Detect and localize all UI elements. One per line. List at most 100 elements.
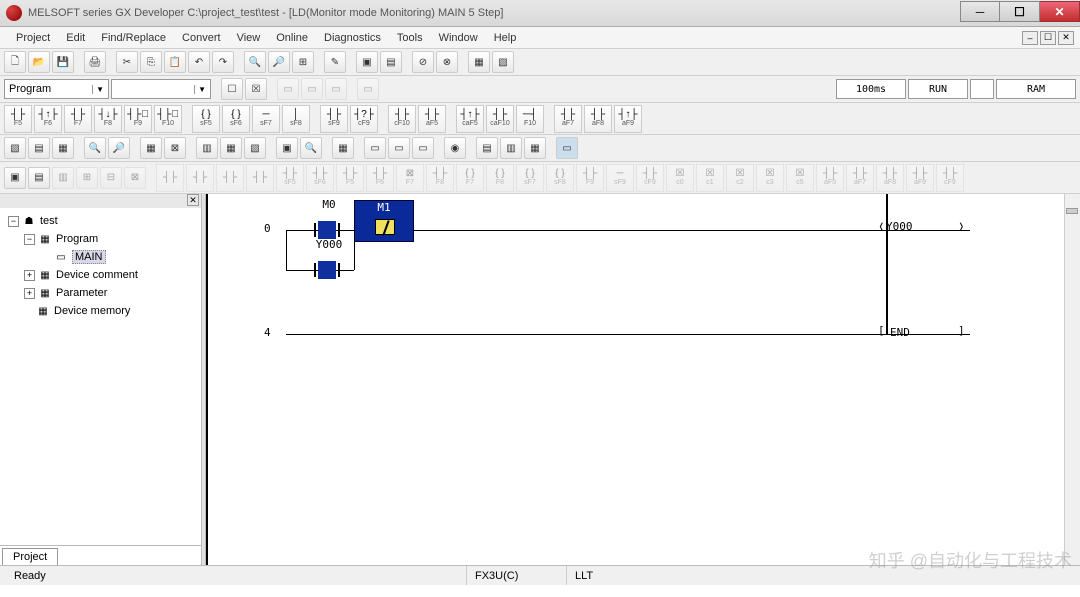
menu-diagnostics[interactable]: Diagnostics — [316, 29, 389, 47]
sidebar-tab-project[interactable]: Project — [2, 548, 58, 565]
t4-btn4[interactable]: 🔍 — [84, 137, 106, 159]
paste-button[interactable]: 📋 — [164, 51, 186, 73]
expand-icon[interactable]: − — [24, 234, 35, 245]
instr-btn-F6[interactable]: ┤↑├F6 — [34, 105, 62, 133]
instr-btn-F10[interactable]: ─┤F10 — [516, 105, 544, 133]
t5-icon-1[interactable]: ▤ — [28, 167, 50, 189]
toolbar2-btn1[interactable]: ☐ — [221, 78, 243, 100]
copy-button[interactable]: ⎘ — [140, 51, 162, 73]
t4-btn16[interactable]: ▭ — [412, 137, 434, 159]
menu-project[interactable]: Project — [8, 29, 58, 47]
window-minimize-button[interactable]: ─ — [960, 1, 1000, 22]
expand-icon[interactable]: − — [8, 216, 19, 227]
selected-contact-cell[interactable]: M1 — [354, 200, 414, 242]
instr-btn-sF6[interactable]: { }sF6 — [222, 105, 250, 133]
expand-icon[interactable]: + — [24, 288, 35, 299]
t4-btn9[interactable]: ▦ — [220, 137, 242, 159]
mdi-restore-button[interactable]: ☐ — [1040, 31, 1056, 45]
expand-icon[interactable]: + — [24, 270, 35, 281]
t5-icon-0[interactable]: ▣ — [4, 167, 26, 189]
instr-btn-F10[interactable]: ┤├⃓F10 — [154, 105, 182, 133]
t4-btn6[interactable]: ▦ — [140, 137, 162, 159]
zoom-fit-button[interactable]: ⊞ — [292, 51, 314, 73]
tool-e-button[interactable]: ▦ — [468, 51, 490, 73]
menu-help[interactable]: Help — [486, 29, 525, 47]
t4-btn5[interactable]: 🔎 — [108, 137, 130, 159]
tree-root[interactable]: − ☗ test — [4, 212, 197, 230]
t4-btn19[interactable]: ▥ — [500, 137, 522, 159]
new-button[interactable]: 🗋 — [4, 51, 26, 73]
window-maximize-button[interactable]: ☐ — [1000, 1, 1040, 22]
t4-btn2[interactable]: ▤ — [28, 137, 50, 159]
t4-btn1[interactable]: ▧ — [4, 137, 26, 159]
instr-btn-cF9[interactable]: ┤?├cF9 — [350, 105, 378, 133]
t4-btn10[interactable]: ▧ — [244, 137, 266, 159]
zoom-out-button[interactable]: 🔎 — [268, 51, 290, 73]
menu-edit[interactable]: Edit — [58, 29, 93, 47]
tool-c-button[interactable]: ⊘ — [412, 51, 434, 73]
t4-btn20[interactable]: ▦ — [524, 137, 546, 159]
menu-tools[interactable]: Tools — [389, 29, 431, 47]
tree-parameter[interactable]: + ▦ Parameter — [4, 284, 197, 302]
tool-a-button[interactable]: ▣ — [356, 51, 378, 73]
instr-btn-sF7[interactable]: ─sF7 — [252, 105, 280, 133]
program-type-combo[interactable]: Program▼ — [4, 79, 109, 99]
t4-btn14[interactable]: ▭ — [364, 137, 386, 159]
instr-btn-cF10[interactable]: ┤├cF10 — [388, 105, 416, 133]
sidebar-close-button[interactable]: ✕ — [187, 194, 199, 206]
instr-btn-sF9[interactable]: ┤├sF9 — [320, 105, 348, 133]
instr-btn-sF5[interactable]: { }sF5 — [192, 105, 220, 133]
vertical-scrollbar[interactable] — [1064, 194, 1080, 565]
open-button[interactable]: 📂 — [28, 51, 50, 73]
redo-button[interactable]: ↷ — [212, 51, 234, 73]
t4-btn15[interactable]: ▭ — [388, 137, 410, 159]
menu-view[interactable]: View — [229, 29, 269, 47]
tool-f-button[interactable]: ▧ — [492, 51, 514, 73]
t4-btn7[interactable]: ⊠ — [164, 137, 186, 159]
program-name-combo[interactable]: ▼ — [111, 79, 211, 99]
scrollbar-thumb[interactable] — [1066, 208, 1078, 214]
instr-btn-F7[interactable]: ┤├F7 — [64, 105, 92, 133]
mdi-minimize-button[interactable]: – — [1022, 31, 1038, 45]
menu-online[interactable]: Online — [268, 29, 316, 47]
instr-btn-F8[interactable]: ┤↓├F8 — [94, 105, 122, 133]
tree-program[interactable]: − ▦ Program — [4, 230, 197, 248]
t4-btn21[interactable]: ▭ — [556, 137, 578, 159]
project-tree[interactable]: − ☗ test − ▦ Program ▭ MAIN + ▦ Device c… — [0, 208, 201, 545]
instr-btn-F9[interactable]: ┤├⃓F9 — [124, 105, 152, 133]
tree-devcomment-label: Device comment — [56, 269, 138, 281]
menu-find-replace[interactable]: Find/Replace — [93, 29, 174, 47]
t4-btn3[interactable]: ▦ — [52, 137, 74, 159]
eraser-button[interactable]: ✎ — [324, 51, 346, 73]
t4-btn11[interactable]: ▣ — [276, 137, 298, 159]
t4-btn8[interactable]: ▥ — [196, 137, 218, 159]
cut-button[interactable]: ✂ — [116, 51, 138, 73]
toolbar2-btn2[interactable]: ☒ — [245, 78, 267, 100]
tool-d-button[interactable]: ⊗ — [436, 51, 458, 73]
tree-device-comment[interactable]: + ▦ Device comment — [4, 266, 197, 284]
t4-btn18[interactable]: ▤ — [476, 137, 498, 159]
ladder-editor[interactable]: 0 M0 M1 ❬ Y000 ❭ — [206, 194, 1080, 565]
undo-button[interactable]: ↶ — [188, 51, 210, 73]
instr-btn-sF8[interactable]: │sF8 — [282, 105, 310, 133]
instr-btn-caF10[interactable]: ┤├caF10 — [486, 105, 514, 133]
menu-convert[interactable]: Convert — [174, 29, 229, 47]
instr-btn-aF8[interactable]: ┤├aF8 — [584, 105, 612, 133]
instr-btn-aF7[interactable]: ┤├aF7 — [554, 105, 582, 133]
zoom-button[interactable]: 🔍 — [244, 51, 266, 73]
print-button[interactable]: 🖨 — [84, 51, 106, 73]
instr-btn-caF5[interactable]: ┤↑├caF5 — [456, 105, 484, 133]
mdi-close-button[interactable]: ✕ — [1058, 31, 1074, 45]
tree-device-memory[interactable]: ▦ Device memory — [4, 302, 197, 320]
t4-btn12[interactable]: 🔍 — [300, 137, 322, 159]
t4-btn17[interactable]: ◉ — [444, 137, 466, 159]
tool-b-button[interactable]: ▤ — [380, 51, 402, 73]
instr-btn-aF5[interactable]: ┤├aF5 — [418, 105, 446, 133]
window-close-button[interactable]: ✕ — [1040, 1, 1080, 22]
save-button[interactable]: 💾 — [52, 51, 74, 73]
instr-btn-aF9[interactable]: ┤↑├aF9 — [614, 105, 642, 133]
menu-window[interactable]: Window — [431, 29, 486, 47]
t4-btn13[interactable]: ▦ — [332, 137, 354, 159]
tree-main[interactable]: ▭ MAIN — [4, 248, 197, 266]
instr-btn-F5[interactable]: ┤├F5 — [4, 105, 32, 133]
